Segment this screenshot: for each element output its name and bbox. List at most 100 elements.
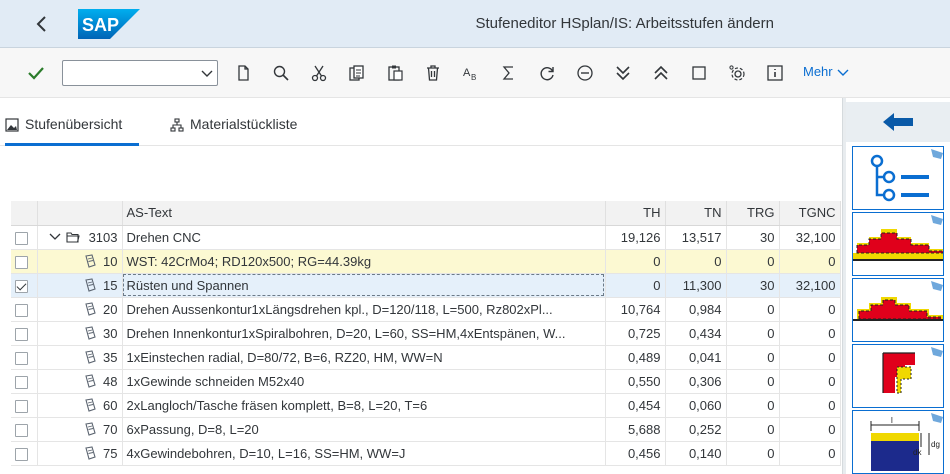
- table-row[interactable]: 70 6xPassung, D=8, L=20 5,688 0,252 0 0: [11, 417, 841, 442]
- row-select-cell[interactable]: [11, 369, 38, 394]
- note-icon: [85, 278, 96, 292]
- table-row[interactable]: 75 4xGewindebohren, D=10, L=16, SS=HM, WW…: [11, 441, 841, 466]
- tab-label: Materialstückliste: [190, 116, 298, 132]
- confirm-button[interactable]: [26, 63, 46, 83]
- select-box-button[interactable]: [688, 62, 710, 84]
- as-text-cell[interactable]: 6xPassung, D=8, L=20: [122, 417, 606, 442]
- row-select-cell[interactable]: [11, 249, 38, 274]
- groove-dimension-icon: l dk dg: [870, 413, 943, 471]
- th-cell: 0,489: [605, 345, 666, 370]
- chevron-down-icon[interactable]: [201, 67, 213, 79]
- column-position[interactable]: [37, 201, 123, 226]
- trg-cell: 0: [726, 369, 780, 394]
- row-checkbox[interactable]: [15, 303, 28, 317]
- row-checkbox[interactable]: [15, 255, 28, 269]
- sum-button[interactable]: [498, 62, 520, 84]
- row-checkbox[interactable]: [15, 423, 28, 437]
- find-icon: [273, 65, 289, 81]
- as-text-cell[interactable]: Drehen Innenkontur1xSpiralbohren, D=20, …: [122, 321, 606, 346]
- dim-label-dk: dk: [913, 448, 922, 457]
- as-text-cell[interactable]: Rüsten und Spannen: [122, 273, 606, 298]
- more-label: Mehr: [803, 64, 833, 79]
- row-select-cell[interactable]: [11, 321, 38, 346]
- more-menu[interactable]: Mehr: [803, 64, 849, 79]
- note-icon: [85, 446, 96, 460]
- table-row[interactable]: 3103 Drehen CNC 19,126 13,517 30 32,100: [11, 225, 841, 250]
- tab-material-bom[interactable]: Materialstückliste: [170, 116, 297, 146]
- row-checkbox[interactable]: [15, 351, 28, 365]
- chevron-down-icon[interactable]: [48, 230, 62, 244]
- note-icon: [85, 302, 96, 316]
- row-checkbox[interactable]: [15, 327, 28, 341]
- position-number: 3103: [88, 229, 118, 245]
- cut-button[interactable]: [308, 62, 330, 84]
- row-select-cell[interactable]: [11, 345, 38, 370]
- chevron-down-icon: [837, 69, 849, 76]
- as-text-cell[interactable]: 4xGewindebohren, D=10, L=16, SS=HM, WW=J: [122, 441, 606, 466]
- row-select-cell[interactable]: [11, 441, 38, 466]
- column-trg[interactable]: TRG: [726, 201, 780, 226]
- th-cell: 0: [605, 273, 666, 298]
- copy-button[interactable]: [346, 62, 368, 84]
- column-tgnc[interactable]: TGNC: [779, 201, 841, 226]
- new-document-button[interactable]: [232, 62, 254, 84]
- row-checkbox[interactable]: [15, 279, 28, 293]
- turning-profile-button[interactable]: [852, 212, 944, 276]
- row-checkbox[interactable]: [15, 375, 28, 389]
- tab-label: Stufenübersicht: [25, 116, 123, 132]
- table-row[interactable]: 10 WST: 42CrMo4; RD120x500; RG=44.39kg 0 0 0…: [11, 249, 841, 274]
- back-button[interactable]: [30, 12, 54, 36]
- as-text-cell[interactable]: 1xGewinde schneiden M52x40: [122, 369, 606, 394]
- column-tn[interactable]: TN: [665, 201, 727, 226]
- settings-button[interactable]: [726, 62, 748, 84]
- tgnc-cell: 0: [779, 297, 841, 322]
- collapse-all-button[interactable]: [650, 62, 672, 84]
- contour-turning-button[interactable]: [852, 278, 944, 342]
- as-text-cell[interactable]: Drehen CNC: [122, 225, 606, 250]
- expand-all-button[interactable]: [612, 62, 634, 84]
- page-title: Stufeneditor HSplan/IS: Arbeitsstufen än…: [475, 15, 774, 32]
- command-field[interactable]: [62, 60, 218, 86]
- find-button[interactable]: [270, 62, 292, 84]
- refresh-button[interactable]: [536, 62, 558, 84]
- position-cell: 48: [37, 369, 123, 394]
- column-select[interactable]: [11, 201, 38, 226]
- turning-profile-icon: [853, 215, 943, 261]
- logo-text: SAP: [82, 15, 119, 35]
- info-button[interactable]: [764, 62, 786, 84]
- row-select-cell[interactable]: [11, 297, 38, 322]
- delete-button[interactable]: [422, 62, 444, 84]
- select-box-icon: [692, 66, 706, 80]
- collapse-button[interactable]: [574, 62, 596, 84]
- step-profile-button[interactable]: [852, 344, 944, 408]
- table-row[interactable]: 48 1xGewinde schneiden M52x40 0,550 0,306 0 0: [11, 369, 841, 394]
- row-checkbox[interactable]: [15, 447, 28, 461]
- row-checkbox[interactable]: [15, 399, 28, 413]
- groove-dimension-button[interactable]: l dk dg: [852, 410, 944, 474]
- table-row[interactable]: 30 Drehen Innenkontur1xSpiralbohren, D=20…: [11, 321, 841, 346]
- table-row[interactable]: 35 1xEinstechen radial, D=80/72, B=6, RZ2…: [11, 345, 841, 370]
- column-as-text[interactable]: AS-Text: [122, 201, 606, 226]
- as-text-cell[interactable]: 2xLangloch/Tasche fräsen komplett, B=8, …: [122, 393, 606, 418]
- paste-icon: [388, 65, 403, 81]
- paste-button[interactable]: [384, 62, 406, 84]
- table-row[interactable]: 20 Drehen Aussenkontur1xLängsdrehen kpl.,…: [11, 297, 841, 322]
- row-select-cell[interactable]: [11, 273, 38, 298]
- as-text-cell[interactable]: 1xEinstechen radial, D=80/72, B=6, RZ20,…: [122, 345, 606, 370]
- row-select-cell[interactable]: [11, 393, 38, 418]
- tab-stage-overview[interactable]: Stufenübersicht: [5, 116, 139, 146]
- column-th[interactable]: TH: [605, 201, 666, 226]
- position-cell: 35: [37, 345, 123, 370]
- panel-toggle-button[interactable]: [846, 102, 950, 142]
- row-select-cell[interactable]: [11, 417, 38, 442]
- as-text-cell[interactable]: WST: 42CrMo4; RD120x500; RG=44.39kg: [122, 249, 606, 274]
- step-profile-icon: [882, 347, 943, 394]
- row-checkbox[interactable]: [15, 231, 28, 245]
- row-select-cell[interactable]: [11, 225, 38, 250]
- tree-structure-button[interactable]: [852, 146, 944, 210]
- table-row[interactable]: 60 2xLangloch/Tasche fräsen komplett, B=8…: [11, 393, 841, 418]
- sort-button[interactable]: AB: [460, 62, 482, 84]
- position-number: 10: [103, 253, 118, 269]
- as-text-cell[interactable]: Drehen Aussenkontur1xLängsdrehen kpl., D…: [122, 297, 606, 322]
- table-row[interactable]: 15 Rüsten und Spannen 0 11,300 30 32,100: [11, 273, 841, 298]
